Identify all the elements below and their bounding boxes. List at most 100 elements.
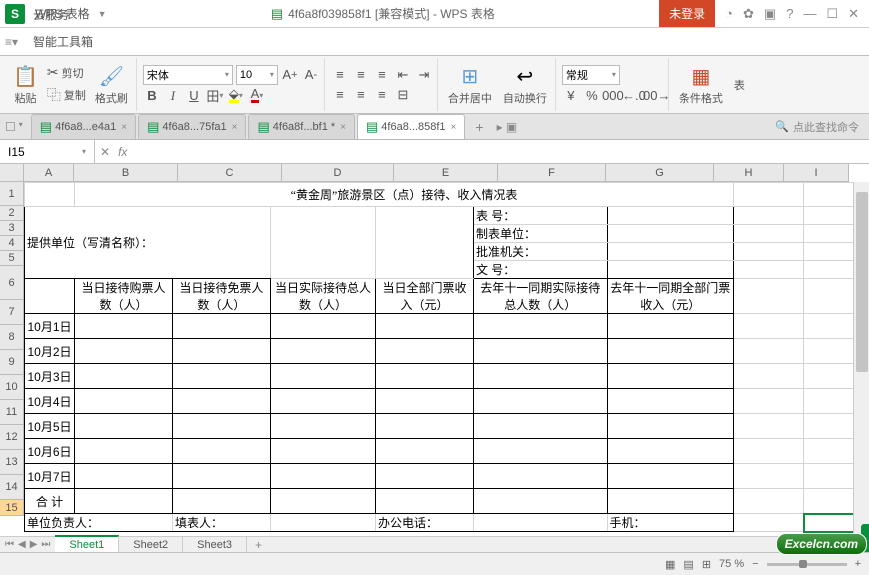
- footer-resp[interactable]: 单位负责人：: [25, 514, 173, 532]
- cell[interactable]: [375, 414, 473, 439]
- footer-tel[interactable]: 办公电话：: [375, 514, 473, 532]
- scroll-thumb[interactable]: [856, 192, 868, 372]
- sheet-prev-icon[interactable]: ◀: [18, 539, 26, 550]
- cell[interactable]: [607, 225, 734, 243]
- close-tab-icon[interactable]: ×: [232, 122, 238, 133]
- cell[interactable]: [734, 183, 804, 207]
- cell[interactable]: [734, 514, 804, 532]
- cell[interactable]: [270, 364, 375, 389]
- cell[interactable]: [75, 414, 173, 439]
- bold-button[interactable]: B: [143, 87, 161, 105]
- provider-label[interactable]: 提供单位（写清名称）：: [25, 207, 271, 279]
- col-header-4[interactable]: 当日全部门票收入（元）: [375, 279, 473, 314]
- cell[interactable]: [734, 464, 804, 489]
- cell[interactable]: [172, 339, 270, 364]
- font-color-button[interactable]: A▾: [248, 87, 266, 105]
- view-break-icon[interactable]: ⊞: [702, 558, 711, 571]
- align-right-button[interactable]: ≡: [373, 86, 391, 104]
- vertical-scrollbar[interactable]: [853, 182, 869, 552]
- minimize-button[interactable]: —: [803, 6, 816, 22]
- row-header-7[interactable]: 7: [0, 300, 24, 325]
- row-header-3[interactable]: 3: [0, 221, 24, 236]
- cell[interactable]: [734, 225, 804, 243]
- cell[interactable]: [473, 489, 607, 514]
- indent-left-button[interactable]: ⇤: [394, 66, 412, 84]
- row-header-14[interactable]: 14: [0, 475, 24, 500]
- sheet-tab-1[interactable]: Sheet2: [119, 537, 183, 553]
- date-2[interactable]: 10月3日: [25, 364, 75, 389]
- col-header-H[interactable]: H: [714, 164, 784, 182]
- col-header-C[interactable]: C: [178, 164, 282, 182]
- meta-1[interactable]: 制表单位：: [473, 225, 607, 243]
- home-icon[interactable]: ☐: [5, 120, 16, 134]
- col-header-5[interactable]: 去年十一同期实际接待总人数（人）: [473, 279, 607, 314]
- cell[interactable]: [375, 364, 473, 389]
- name-box[interactable]: I15 ▾: [0, 140, 95, 163]
- format-painter-button[interactable]: 🖌 格式刷: [91, 62, 132, 108]
- cell[interactable]: [172, 464, 270, 489]
- close-tab-icon[interactable]: ×: [451, 122, 457, 133]
- cell[interactable]: [270, 314, 375, 339]
- cell[interactable]: [607, 364, 734, 389]
- row-header-10[interactable]: 10: [0, 375, 24, 400]
- meta-3[interactable]: 文 号：: [473, 261, 607, 279]
- view-page-icon[interactable]: ▤: [683, 558, 693, 571]
- decrease-decimal-button[interactable]: .00→: [646, 87, 664, 105]
- cell[interactable]: [270, 489, 375, 514]
- row-header-5[interactable]: 5: [0, 251, 24, 266]
- font-select[interactable]: 宋体▾: [143, 65, 233, 85]
- col-header-3[interactable]: 当日实际接待总人数（人）: [270, 279, 375, 314]
- cell[interactable]: [172, 489, 270, 514]
- tab-list-button[interactable]: ▸ ▣: [492, 120, 523, 134]
- cell[interactable]: [607, 261, 734, 279]
- cell[interactable]: [375, 207, 473, 279]
- align-top-button[interactable]: ≡: [331, 66, 349, 84]
- col-header-6[interactable]: 去年十一同期全部门票收入（元）: [607, 279, 734, 314]
- menu-tab-8[interactable]: 云服务: [21, 1, 105, 28]
- cell[interactable]: [75, 439, 173, 464]
- col-header-2[interactable]: 当日接待免票人数（人）: [172, 279, 270, 314]
- cell[interactable]: [75, 364, 173, 389]
- cell[interactable]: [270, 339, 375, 364]
- align-middle-button[interactable]: ≡: [352, 66, 370, 84]
- skin-icon[interactable]: ▣: [764, 6, 776, 22]
- fx-button[interactable]: fx: [118, 145, 127, 159]
- zoom-value[interactable]: 75 %: [719, 558, 744, 570]
- col-header-0[interactable]: [25, 279, 75, 314]
- cell[interactable]: [75, 464, 173, 489]
- cell[interactable]: [75, 339, 173, 364]
- cell[interactable]: [375, 439, 473, 464]
- date-0[interactable]: 10月1日: [25, 314, 75, 339]
- col-header-E[interactable]: E: [394, 164, 498, 182]
- row-header-15[interactable]: 15: [0, 500, 24, 516]
- decrease-font-button[interactable]: A-: [302, 66, 320, 84]
- date-3[interactable]: 10月4日: [25, 389, 75, 414]
- cell[interactable]: [607, 439, 734, 464]
- cell[interactable]: [270, 514, 375, 532]
- cell[interactable]: [607, 207, 734, 225]
- settings-icon[interactable]: ✿: [743, 6, 754, 22]
- cell[interactable]: [734, 279, 804, 314]
- meta-0[interactable]: 表 号：: [473, 207, 607, 225]
- cell[interactable]: [270, 439, 375, 464]
- cell[interactable]: [734, 261, 804, 279]
- sheet-last-icon[interactable]: ⏭: [41, 539, 50, 550]
- cell[interactable]: [375, 339, 473, 364]
- sheet-title[interactable]: “黄金周”旅游景区（点）接待、收入情况表: [75, 183, 734, 207]
- row-header-4[interactable]: 4: [0, 236, 24, 251]
- currency-button[interactable]: ¥: [562, 87, 580, 105]
- cell[interactable]: [270, 414, 375, 439]
- merge-across-button[interactable]: ⊟: [394, 86, 412, 104]
- zoom-in-button[interactable]: +: [855, 558, 861, 570]
- col-header-G[interactable]: G: [606, 164, 714, 182]
- cell[interactable]: [172, 414, 270, 439]
- cell[interactable]: [473, 314, 607, 339]
- doc-tab-0[interactable]: ▤4f6a8...e4a1×: [31, 114, 136, 139]
- underline-button[interactable]: U: [185, 87, 203, 105]
- cell[interactable]: [75, 314, 173, 339]
- align-center-button[interactable]: ≡: [352, 86, 370, 104]
- command-search[interactable]: 🔍 点此查找命令: [765, 119, 869, 135]
- col-header-D[interactable]: D: [282, 164, 394, 182]
- cell[interactable]: [375, 389, 473, 414]
- sheet-next-icon[interactable]: ▶: [30, 539, 38, 550]
